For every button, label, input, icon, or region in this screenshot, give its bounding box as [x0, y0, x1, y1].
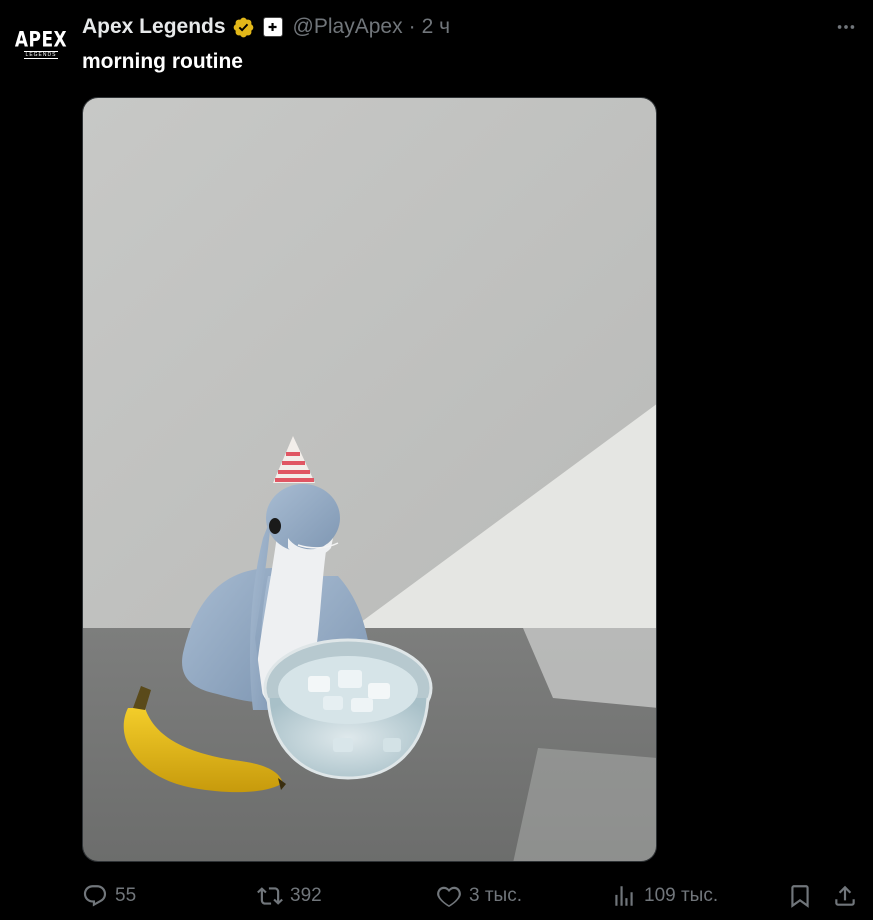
views-count: 109 тыс. — [644, 885, 719, 906]
share-button[interactable] — [832, 876, 858, 916]
author-handle[interactable]: @PlayApex — [293, 15, 403, 39]
reply-icon — [83, 885, 107, 907]
verified-badge-icon[interactable] — [232, 16, 255, 39]
bookmark-icon — [791, 885, 809, 908]
tweet-header: Apex Legends ✚ @PlayApex · 2 ч — [82, 12, 450, 42]
tweet-timestamp[interactable]: 2 ч — [422, 15, 450, 39]
photo-illustration — [83, 98, 656, 861]
affiliate-badge-icon[interactable]: ✚ — [262, 17, 283, 37]
author-avatar[interactable]: APEX LEGENDS — [12, 16, 70, 74]
tweet-text: morning routine — [82, 50, 243, 73]
author-name[interactable]: Apex Legends — [82, 15, 226, 39]
avatar-logo-text: APEX — [14, 27, 68, 53]
like-count: 3 тыс. — [469, 885, 522, 906]
retweet-icon — [257, 887, 283, 905]
reply-button[interactable]: 55 — [82, 876, 136, 916]
heart-icon — [437, 886, 461, 908]
tweet-action-bar: 55 392 3 тыс. 109 тыс. — [0, 876, 873, 916]
bookmark-button[interactable] — [787, 876, 813, 916]
more-options-icon[interactable] — [833, 14, 859, 40]
like-button[interactable]: 3 тыс. — [436, 876, 522, 916]
reply-count: 55 — [115, 885, 137, 906]
share-icon — [835, 885, 855, 906]
retweet-count: 392 — [290, 885, 322, 906]
separator-dot: · — [408, 15, 416, 38]
retweet-button[interactable]: 392 — [257, 876, 322, 916]
views-button[interactable]: 109 тыс. — [611, 876, 718, 916]
tweet-photo[interactable] — [82, 97, 657, 862]
views-chart-icon — [615, 886, 633, 906]
